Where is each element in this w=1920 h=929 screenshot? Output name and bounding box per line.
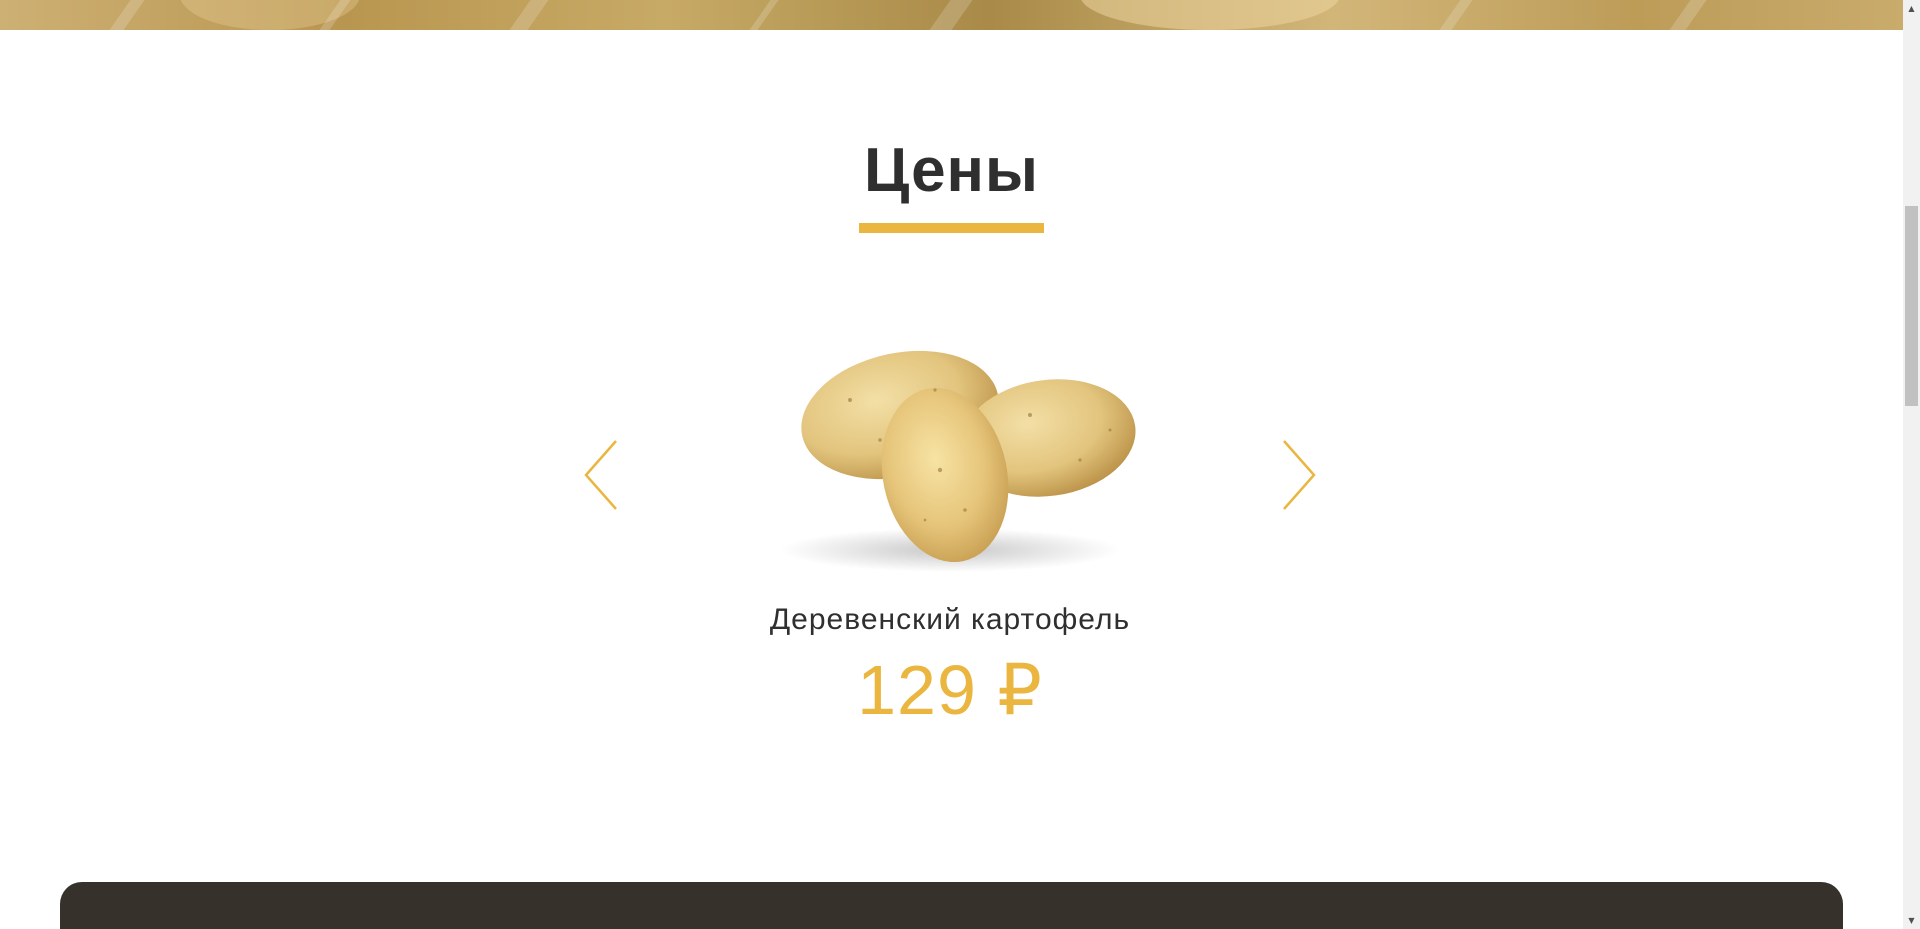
potatoes-image: [730, 320, 1170, 580]
scroll-up-icon[interactable]: ▲: [1903, 0, 1920, 17]
scroll-down-icon[interactable]: ▼: [1903, 912, 1920, 929]
page-scrollbar[interactable]: ▲ ▼: [1903, 0, 1920, 929]
slide-item: Деревенский картофель 129 ₽: [730, 320, 1170, 740]
hero-background-strip: [0, 0, 1903, 30]
slider-prev-button[interactable]: [580, 435, 630, 515]
slider-next-button[interactable]: [1270, 435, 1320, 515]
section-title: Цены: [864, 136, 1039, 205]
product-name: Деревенский картофель: [769, 603, 1131, 636]
chevron-left-icon: [584, 440, 617, 510]
price-slider: Деревенский картофель 129 ₽: [580, 320, 1320, 740]
scrollbar-thumb[interactable]: [1905, 206, 1918, 406]
chevron-right-icon: [1283, 440, 1316, 510]
product-price: 129 ₽: [857, 651, 1043, 729]
title-underline: [859, 223, 1044, 233]
dark-footer-panel: [60, 882, 1843, 929]
page: Цены Деревенский картофель 129 ₽: [0, 0, 1903, 929]
